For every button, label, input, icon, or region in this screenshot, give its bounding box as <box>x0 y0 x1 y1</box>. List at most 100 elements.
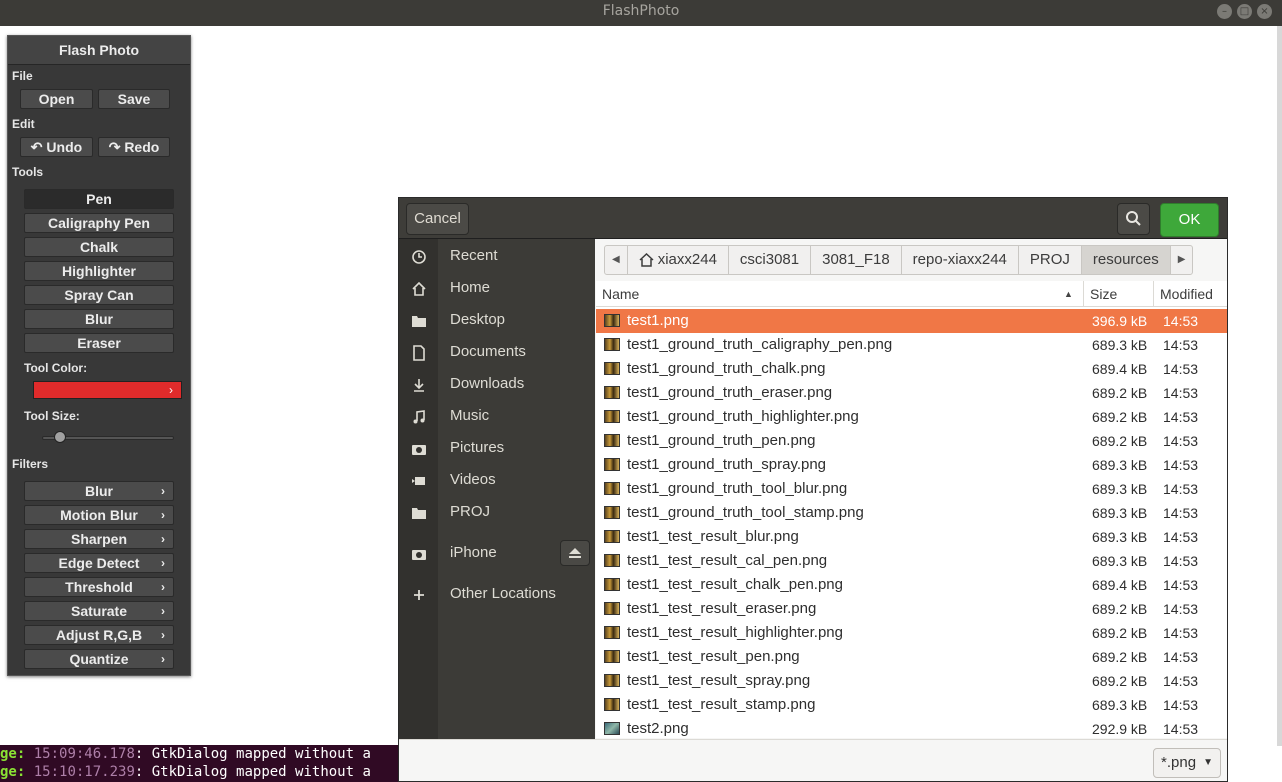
file-row[interactable]: test1_test_result_pen.png 689.2 kB 14:53 <box>596 645 1227 669</box>
sidebar-item-home[interactable]: Home <box>399 275 595 303</box>
tool-color-label: Tool Color: <box>24 361 88 375</box>
sidebar-item-proj[interactable]: PROJ <box>399 499 595 527</box>
file-modified: 14:53 <box>1163 601 1199 617</box>
open-button[interactable]: Open <box>20 89 93 109</box>
filter-adjust-rgb-button[interactable]: Adjust R,G,B › <box>24 625 174 645</box>
file-row[interactable]: test1.png 396.9 kB 14:53 <box>596 309 1227 333</box>
home-icon <box>410 280 428 298</box>
file-list: Name ▲ Size Modified test1.png 396.9 kB 14… <box>596 281 1227 741</box>
file-modified: 14:53 <box>1163 433 1199 449</box>
tool-chalk-button[interactable]: Chalk <box>24 237 174 257</box>
sidebar-item-downloads[interactable]: Downloads <box>399 371 595 399</box>
search-button[interactable] <box>1117 203 1150 235</box>
tool-size-label: Tool Size: <box>24 409 80 423</box>
file-row[interactable]: test1_test_result_eraser.png 689.2 kB 14:5… <box>596 597 1227 621</box>
sidebar-item-recent[interactable]: Recent <box>399 243 595 271</box>
tool-spray-can-button[interactable]: Spray Can <box>24 285 174 305</box>
file-row[interactable]: test2.png 292.9 kB 14:53 <box>596 717 1227 741</box>
column-header-size[interactable]: Size <box>1084 281 1154 307</box>
column-header-modified[interactable]: Modified <box>1154 281 1227 307</box>
file-row[interactable]: test1_test_result_spray.png 689.2 kB 14:53 <box>596 669 1227 693</box>
filter-saturate-button[interactable]: Saturate › <box>24 601 174 621</box>
breadcrumb-home[interactable]: xiaxx244 <box>628 246 729 274</box>
maximize-icon[interactable]: □ <box>1237 4 1252 19</box>
close-icon[interactable]: × <box>1257 4 1272 19</box>
file-row[interactable]: test1_ground_truth_spray.png 689.3 kB 14:5… <box>596 453 1227 477</box>
sidebar-item-desktop[interactable]: Desktop <box>399 307 595 335</box>
chevron-right-icon: › <box>169 383 173 397</box>
filters-section-label: Filters <box>12 457 49 471</box>
chevron-left-icon: ◀ <box>612 254 620 265</box>
minimize-icon[interactable]: – <box>1217 4 1232 19</box>
sidebar-item-pictures[interactable]: Pictures <box>399 435 595 463</box>
file-modified: 14:53 <box>1163 409 1199 425</box>
filter-quantize-button[interactable]: Quantize › <box>24 649 174 669</box>
image-file-icon <box>604 458 620 471</box>
breadcrumb-repo[interactable]: repo-xiaxx244 <box>902 246 1019 274</box>
chevron-down-icon: ▼ <box>1203 757 1213 768</box>
home-icon <box>639 253 654 267</box>
file-modified: 14:53 <box>1163 553 1199 569</box>
file-row[interactable]: test1_test_result_cal_pen.png 689.3 kB 14:… <box>596 549 1227 573</box>
file-size: 689.3 kB <box>1092 481 1148 497</box>
sidebar-item-videos[interactable]: Videos <box>399 467 595 495</box>
download-icon <box>410 376 428 394</box>
terminal-output: ge: 15:09:46.178: GtkDialog mapped witho… <box>0 745 400 782</box>
file-row[interactable]: test1_ground_truth_eraser.png 689.2 kB 14:… <box>596 381 1227 405</box>
breadcrumb-forward-button[interactable]: ▶ <box>1171 246 1193 274</box>
sidebar-item-documents[interactable]: Documents <box>399 339 595 367</box>
file-modified: 14:53 <box>1163 505 1199 521</box>
terminal-line: ge: 15:09:46.178: GtkDialog mapped witho… <box>0 746 371 762</box>
file-row[interactable]: test1_ground_truth_tool_stamp.png 689.3 k… <box>596 501 1227 525</box>
file-row[interactable]: test1_ground_truth_highlighter.png 689.2 … <box>596 405 1227 429</box>
file-name: test1_ground_truth_pen.png <box>627 432 816 449</box>
file-modified: 14:53 <box>1163 361 1199 377</box>
filter-blur-button[interactable]: Blur › <box>24 481 174 501</box>
tool-highlighter-button[interactable]: Highlighter <box>24 261 174 281</box>
file-row[interactable]: test1_test_result_highlighter.png 689.2 k… <box>596 621 1227 645</box>
cancel-button[interactable]: Cancel <box>406 203 469 235</box>
file-modified: 14:53 <box>1163 625 1199 641</box>
tool-pen-button[interactable]: Pen <box>24 189 174 209</box>
file-row[interactable]: test1_ground_truth_caligraphy_pen.png 689… <box>596 333 1227 357</box>
sidebar-item-music[interactable]: Music <box>399 403 595 431</box>
image-file-icon <box>604 554 620 567</box>
file-modified: 14:53 <box>1163 697 1199 713</box>
sidebar-item-other-locations[interactable]: Other Locations <box>399 581 595 609</box>
tool-color-picker[interactable]: › <box>33 381 182 399</box>
column-header-name[interactable]: Name <box>596 281 1084 307</box>
file-row[interactable]: test1_test_result_chalk_pen.png 689.4 kB 1… <box>596 573 1227 597</box>
file-row[interactable]: test1_ground_truth_tool_blur.png 689.3 kB… <box>596 477 1227 501</box>
tool-caligraphy-pen-button[interactable]: Caligraphy Pen <box>24 213 174 233</box>
breadcrumb-resources[interactable]: resources <box>1081 246 1171 274</box>
file-row[interactable]: test1_ground_truth_chalk.png 689.4 kB 14:5… <box>596 357 1227 381</box>
file-name: test1_test_result_pen.png <box>627 648 800 665</box>
file-size: 689.2 kB <box>1092 601 1148 617</box>
breadcrumb-csci3081[interactable]: csci3081 <box>729 246 812 274</box>
breadcrumb-3081-f18[interactable]: 3081_F18 <box>811 246 902 274</box>
image-file-icon <box>604 314 620 327</box>
filter-threshold-button[interactable]: Threshold › <box>24 577 174 597</box>
tool-eraser-button[interactable]: Eraser <box>24 333 174 353</box>
redo-button[interactable]: ↷ Redo <box>98 137 170 157</box>
eject-button[interactable] <box>560 540 590 566</box>
filter-sharpen-button[interactable]: Sharpen › <box>24 529 174 549</box>
ok-button[interactable]: OK <box>1160 203 1219 237</box>
chevron-right-icon: › <box>161 628 165 642</box>
file-row[interactable]: test1_test_result_blur.png 689.3 kB 14:53 <box>596 525 1227 549</box>
tool-size-slider-handle[interactable] <box>54 431 66 443</box>
breadcrumb-back-button[interactable]: ◀ <box>605 246 628 274</box>
filter-edge-detect-button[interactable]: Edge Detect › <box>24 553 174 573</box>
folder-icon <box>410 504 428 522</box>
filter-motion-blur-button[interactable]: Motion Blur › <box>24 505 174 525</box>
canvas-scrollbar[interactable] <box>1277 26 1282 746</box>
image-file-icon <box>604 722 620 735</box>
undo-button[interactable]: ↶ Undo <box>20 137 93 157</box>
chevron-right-icon: ▶ <box>1177 254 1186 265</box>
tool-blur-button[interactable]: Blur <box>24 309 174 329</box>
save-button[interactable]: Save <box>98 89 170 109</box>
file-row[interactable]: test1_ground_truth_pen.png 689.2 kB 14:53 <box>596 429 1227 453</box>
breadcrumb-proj[interactable]: PROJ <box>1019 246 1082 274</box>
file-type-filter[interactable]: *.png ▼ <box>1153 748 1221 778</box>
file-row[interactable]: test1_test_result_stamp.png 689.3 kB 14:53 <box>596 693 1227 717</box>
